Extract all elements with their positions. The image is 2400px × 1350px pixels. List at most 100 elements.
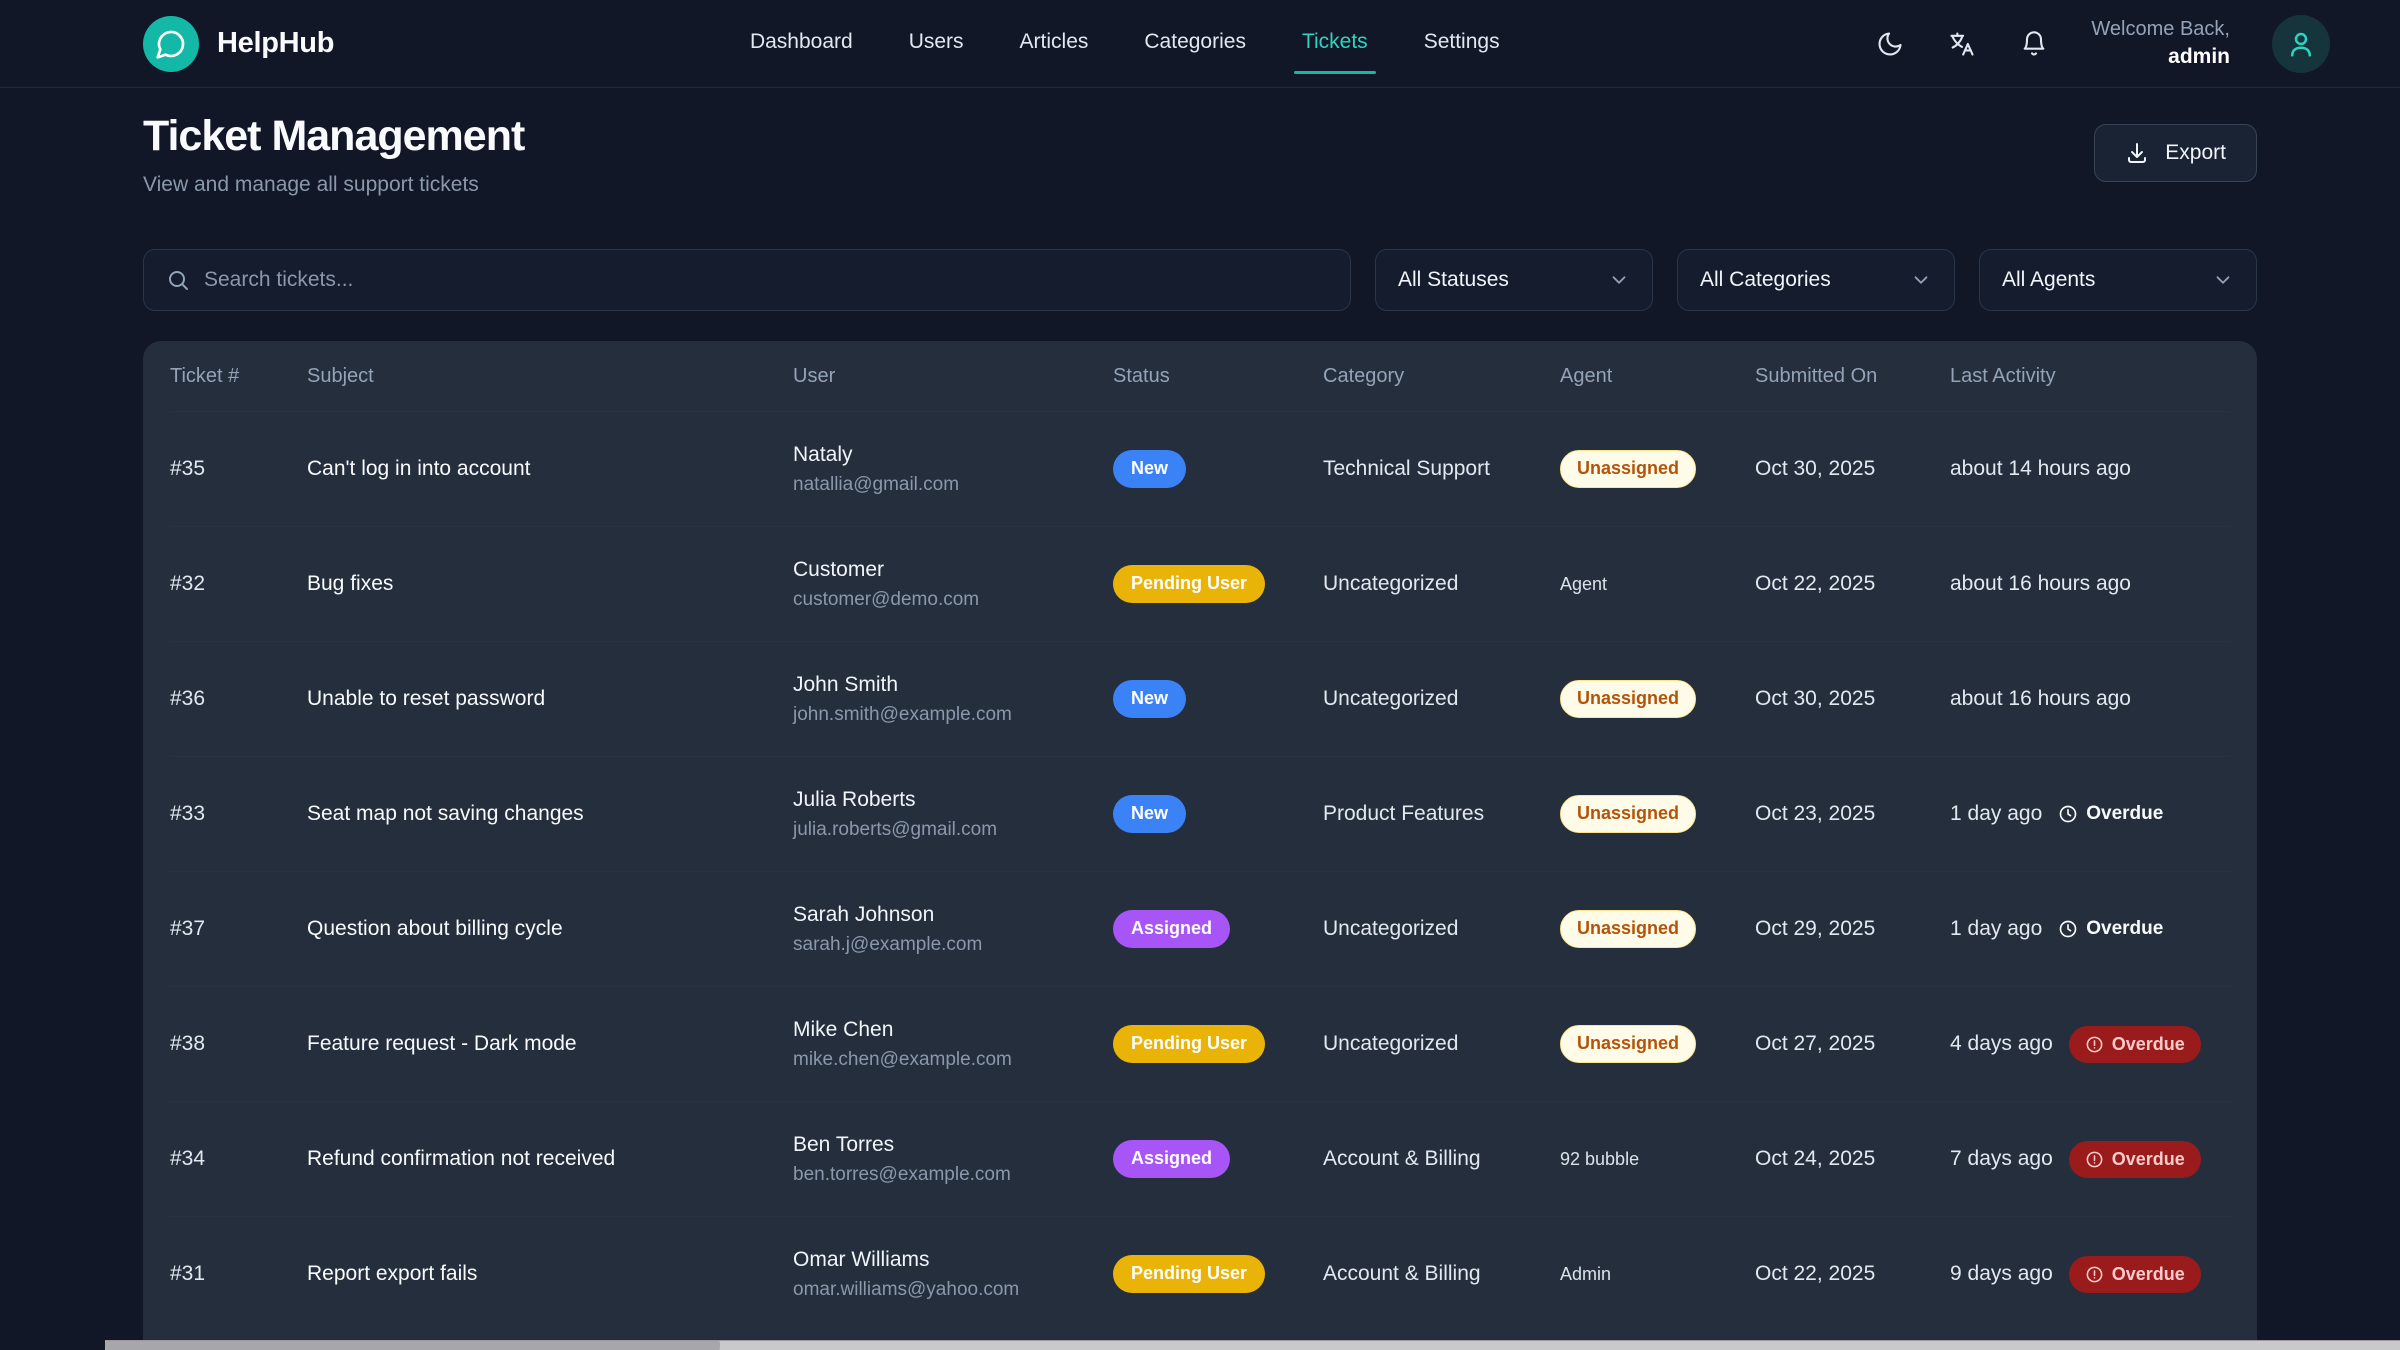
page-header: Ticket Management View and manage all su… (143, 112, 2257, 197)
ticket-user: John Smith john.smith@example.com (793, 673, 1113, 726)
search-icon (166, 268, 190, 292)
ticket-status: Assigned (1113, 1140, 1323, 1178)
main-content: Ticket Management View and manage all su… (0, 88, 2400, 1350)
ticket-last-activity: about 16 hours ago (1950, 687, 2230, 711)
nav-item-categories[interactable]: Categories (1142, 22, 1248, 66)
ticket-user: Nataly natallia@gmail.com (793, 443, 1113, 496)
ticket-subject: Unable to reset password (307, 687, 793, 711)
unassigned-badge: Unassigned (1560, 795, 1696, 833)
relative-time: about 16 hours ago (1950, 687, 2131, 711)
ticket-subject: Can't log in into account (307, 457, 793, 481)
table-body: #35 Can't log in into account Nataly nat… (170, 411, 2230, 1331)
chevron-down-icon (2212, 269, 2234, 291)
user-email: customer@demo.com (793, 589, 1099, 611)
table-row[interactable]: #35 Can't log in into account Nataly nat… (170, 411, 2230, 526)
unassigned-badge: Unassigned (1560, 1025, 1696, 1063)
overdue-label: Overdue (2112, 1034, 2185, 1055)
user-name: Omar Williams (793, 1248, 1099, 1272)
filter-all-agents[interactable]: All Agents (1979, 249, 2257, 311)
column-header-last-activity: Last Activity (1950, 365, 2230, 388)
nav-item-articles[interactable]: Articles (1018, 22, 1091, 66)
language-switcher[interactable] (1947, 29, 1977, 59)
nav-item-settings[interactable]: Settings (1422, 22, 1502, 66)
status-badge: Assigned (1113, 1140, 1230, 1178)
ticket-category: Uncategorized (1323, 687, 1560, 711)
selected-value: All Agents (2002, 268, 2095, 292)
ticket-status: New (1113, 680, 1323, 718)
unassigned-badge: Unassigned (1560, 910, 1696, 948)
ticket-user: Sarah Johnson sarah.j@example.com (793, 903, 1113, 956)
ticket-number: #31 (170, 1262, 307, 1286)
ticket-user: Customer customer@demo.com (793, 558, 1113, 611)
ticket-user: Omar Williams omar.williams@yahoo.com (793, 1248, 1113, 1301)
nav-item-users[interactable]: Users (907, 22, 966, 66)
export-button[interactable]: Export (2094, 124, 2257, 182)
clock-icon (2058, 804, 2078, 824)
relative-time: about 16 hours ago (1950, 572, 2131, 596)
ticket-subject: Report export fails (307, 1262, 793, 1286)
ticket-submitted: Oct 27, 2025 (1755, 1032, 1950, 1056)
column-header-status: Status (1113, 365, 1323, 388)
ticket-status: New (1113, 795, 1323, 833)
filter-all-categories[interactable]: All Categories (1677, 249, 1955, 311)
ticket-submitted: Oct 24, 2025 (1755, 1147, 1950, 1171)
user-avatar[interactable] (2272, 15, 2330, 73)
ticket-category: Uncategorized (1323, 917, 1560, 941)
horizontal-scrollbar[interactable] (105, 1340, 2400, 1350)
tickets-table: Ticket #SubjectUserStatusCategoryAgentSu… (143, 341, 2257, 1350)
user-email: mike.chen@example.com (793, 1049, 1099, 1071)
user-name: Sarah Johnson (793, 903, 1099, 927)
ticket-agent: Admin (1560, 1264, 1755, 1285)
table-row[interactable]: #38 Feature request - Dark mode Mike Che… (170, 986, 2230, 1101)
table-row[interactable]: #34 Refund confirmation not received Ben… (170, 1101, 2230, 1216)
ticket-agent: Unassigned (1560, 680, 1755, 718)
ticket-number: #37 (170, 917, 307, 941)
navbar-right: Welcome Back, admin (1875, 15, 2330, 73)
ticket-subject: Feature request - Dark mode (307, 1032, 793, 1056)
ticket-last-activity: 1 day agoOverdue (1950, 802, 2230, 826)
chevron-down-icon (1608, 269, 1630, 291)
agent-name: 92 bubble (1560, 1149, 1639, 1169)
nav-item-tickets[interactable]: Tickets (1300, 22, 1370, 66)
ticket-subject: Question about billing cycle (307, 917, 793, 941)
user-name: Customer (793, 558, 1099, 582)
user-email: john.smith@example.com (793, 704, 1099, 726)
table-row[interactable]: #31 Report export fails Omar Williams om… (170, 1216, 2230, 1331)
ticket-last-activity: 1 day agoOverdue (1950, 917, 2230, 941)
nav-item-dashboard[interactable]: Dashboard (748, 22, 855, 66)
overdue-indicator: Overdue (2058, 803, 2163, 825)
table-row[interactable]: #37 Question about billing cycle Sarah J… (170, 871, 2230, 986)
user-email: ben.torres@example.com (793, 1164, 1099, 1186)
ticket-status: Assigned (1113, 910, 1323, 948)
ticket-category: Uncategorized (1323, 1032, 1560, 1056)
page-title: Ticket Management (143, 112, 524, 161)
notifications-button[interactable] (2019, 29, 2049, 59)
ticket-status: Pending User (1113, 565, 1323, 603)
table-row[interactable]: #32 Bug fixes Customer customer@demo.com… (170, 526, 2230, 641)
filter-all-statuses[interactable]: All Statuses (1375, 249, 1653, 311)
user-name: John Smith (793, 673, 1099, 697)
column-header-subject: Subject (307, 365, 793, 388)
alert-circle-icon (2085, 1035, 2104, 1054)
chat-bubble-icon (155, 28, 187, 60)
ticket-submitted: Oct 30, 2025 (1755, 687, 1950, 711)
status-badge: New (1113, 795, 1186, 833)
table-row[interactable]: #36 Unable to reset password John Smith … (170, 641, 2230, 756)
search-input[interactable] (204, 268, 1328, 292)
welcome-text: Welcome Back, (2091, 16, 2230, 43)
dark-mode-toggle[interactable] (1875, 29, 1905, 59)
ticket-category: Account & Billing (1323, 1262, 1560, 1286)
user-icon (2286, 29, 2316, 59)
page-subtitle: View and manage all support tickets (143, 173, 524, 197)
primary-nav: Dashboard Users Articles Categories Tickets S… (708, 22, 1502, 66)
translate-icon (1948, 30, 1976, 58)
brand[interactable]: HelpHub (143, 16, 334, 72)
alert-circle-icon (2085, 1150, 2104, 1169)
column-header-user: User (793, 365, 1113, 388)
scrollbar-thumb[interactable] (105, 1341, 720, 1350)
status-badge: Pending User (1113, 1025, 1265, 1063)
table-row[interactable]: #33 Seat map not saving changes Julia Ro… (170, 756, 2230, 871)
column-header-submitted-on: Submitted On (1755, 365, 1950, 388)
user-email: julia.roberts@gmail.com (793, 819, 1099, 841)
selected-value: All Categories (1700, 268, 1831, 292)
